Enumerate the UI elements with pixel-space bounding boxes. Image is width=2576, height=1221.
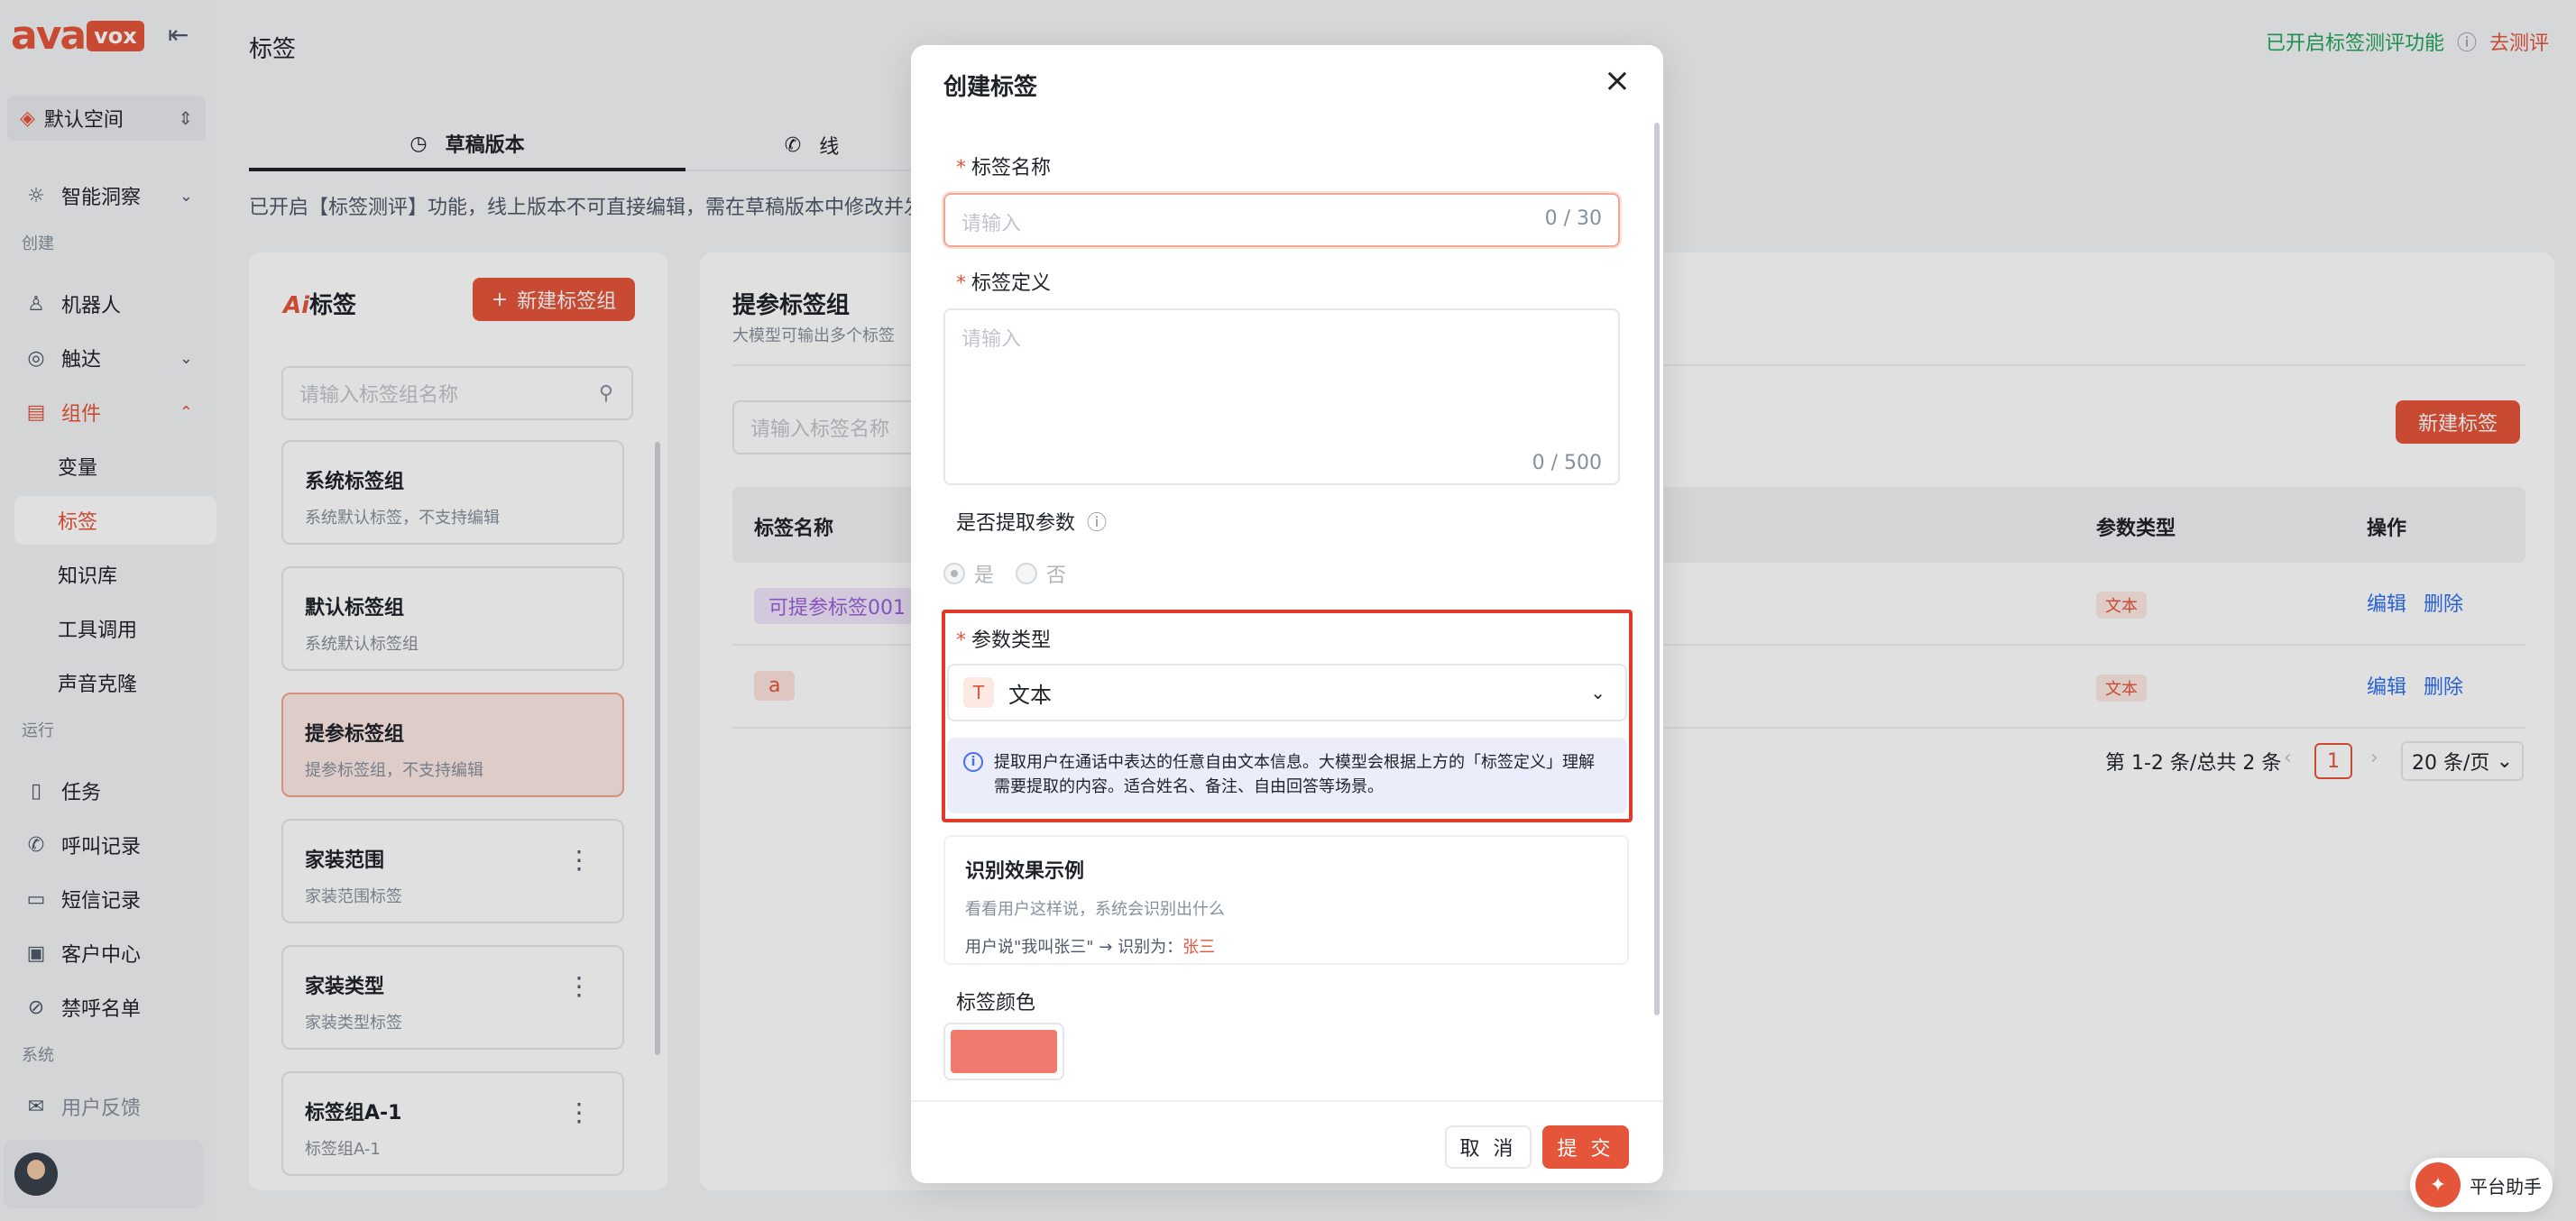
char-count: 0 / 500 xyxy=(1532,452,1602,474)
radio-circle xyxy=(1016,563,1037,584)
cancel-button[interactable]: 取 消 xyxy=(1445,1125,1532,1169)
example-prefix: 用户说"我叫张三" → 识别为： xyxy=(965,938,1183,957)
close-icon[interactable]: × xyxy=(1604,65,1631,97)
param-type-select[interactable]: T 文本 ⌄ xyxy=(947,664,1627,721)
selected-value: 文本 xyxy=(1008,682,1052,708)
placeholder: 请输入 xyxy=(961,213,1022,235)
required-mark: * xyxy=(956,629,966,652)
modal-scrollbar[interactable] xyxy=(1654,123,1660,1015)
radio-label: 否 xyxy=(1046,565,1067,587)
assistant-icon: ✦ xyxy=(2415,1162,2461,1207)
tag-definition-textarea[interactable]: 请输入 0 / 500 xyxy=(943,308,1620,485)
example-text: 用户说"我叫张三" → 识别为：张三 xyxy=(965,934,1627,958)
param-type-info: i 提取用户在通话中表达的任意自由文本信息。大模型会根据上方的「标签定义」理解 … xyxy=(947,738,1627,813)
tag-name-input[interactable]: 请输入 0 / 30 xyxy=(943,193,1620,247)
example-card: 识别效果示例 看看用户这样说，系统会识别出什么 用户说"我叫张三" → 识别为：… xyxy=(943,835,1629,965)
name-label: * 标签名称 xyxy=(956,151,1051,180)
radio-no[interactable]: 否 xyxy=(1016,559,1066,588)
info-line: 提取用户在通话中表达的任意自由文本信息。大模型会根据上方的「标签定义」理解 xyxy=(994,753,1595,772)
create-tag-modal: 创建标签 × * 标签名称 请输入 0 / 30 * 标签定义 请输入 0 / 50… xyxy=(911,45,1663,1183)
char-count: 0 / 30 xyxy=(1544,207,1602,230)
example-value: 张三 xyxy=(1182,938,1216,957)
text-type-icon: T xyxy=(963,677,994,708)
chevron-down-icon: ⌄ xyxy=(1590,682,1605,703)
param-type-label: * 参数类型 xyxy=(956,624,1051,653)
info-icon: i xyxy=(963,752,983,772)
assistant-label: 平台助手 xyxy=(2470,1175,2542,1198)
modal-title: 创建标签 xyxy=(943,74,1038,101)
color-swatch xyxy=(951,1030,1057,1073)
placeholder: 请输入 xyxy=(961,328,1022,351)
modal-footer-divider xyxy=(911,1100,1663,1102)
required-mark: * xyxy=(956,272,966,295)
info-line: 需要提取的内容。适合姓名、备注、自由回答等场景。 xyxy=(994,777,1384,796)
label-text: 标签定义 xyxy=(971,272,1052,295)
radio-label: 是 xyxy=(974,565,995,587)
submit-button[interactable]: 提 交 xyxy=(1542,1125,1629,1169)
color-picker[interactable] xyxy=(943,1023,1064,1080)
label-text: 标签名称 xyxy=(971,157,1052,179)
label-text: 是否提取参数 xyxy=(956,512,1076,535)
example-subtitle: 看看用户这样说，系统会识别出什么 xyxy=(965,900,1225,919)
radio-yes[interactable]: 是 xyxy=(943,559,994,588)
label-text: 参数类型 xyxy=(971,629,1052,652)
extract-param-label: 是否提取参数 ⓘ xyxy=(956,507,1107,536)
example-title: 识别效果示例 xyxy=(965,860,1085,883)
color-label: 标签颜色 xyxy=(956,992,1036,1014)
required-mark: * xyxy=(956,157,966,179)
radio-circle xyxy=(943,563,965,584)
help-icon[interactable]: ⓘ xyxy=(1087,512,1107,535)
platform-assistant-button[interactable]: ✦ 平台助手 xyxy=(2410,1158,2553,1212)
definition-label: * 标签定义 xyxy=(956,267,1051,296)
